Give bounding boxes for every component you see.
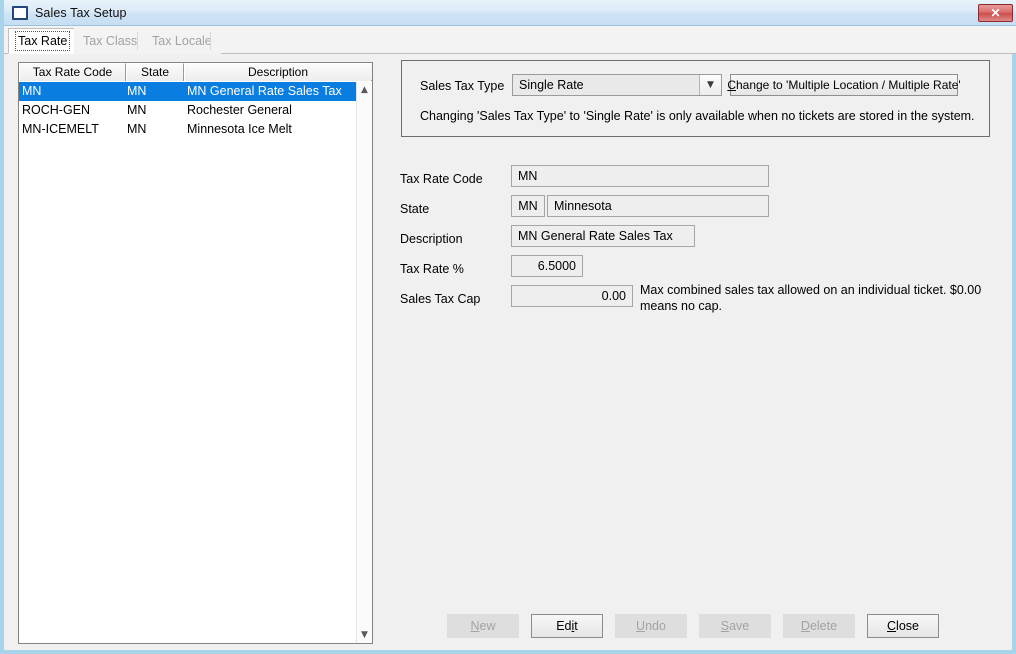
tax-rate-list[interactable]: Tax Rate Code State Description MN MN MN… [18, 62, 373, 644]
cell-description: Rochester General [187, 103, 292, 117]
list-vertical-scrollbar[interactable]: ▲ ▼ [356, 82, 372, 643]
change-tax-type-accel: C [727, 78, 736, 92]
sales-tax-type-value: Single Rate [519, 78, 584, 92]
edit-button-label-rest: t [574, 619, 578, 633]
sales-tax-type-panel: Sales Tax Type Single Rate ▼ Change to '… [401, 60, 990, 137]
tab-tax-rate[interactable]: Tax Rate [8, 28, 78, 54]
cell-state: MN [127, 122, 147, 136]
sales-tax-cap-input[interactable]: 0.00 [511, 285, 633, 307]
save-button-label-rest: ave [729, 619, 750, 633]
close-button[interactable]: Close [867, 614, 939, 638]
button-row: New Edit Undo Save Delete Close [4, 614, 1012, 644]
close-icon[interactable]: ✕ [978, 4, 1013, 22]
list-header: Tax Rate Code State Description [19, 63, 372, 81]
cell-description: MN General Rate Sales Tax [187, 84, 342, 98]
tab-tax-locale-label: Tax Locale [152, 34, 212, 48]
change-tax-type-button[interactable]: Change to 'Multiple Location / Multiple … [727, 74, 961, 96]
delete-button[interactable]: Delete [783, 614, 855, 638]
undo-button-label-rest: ndo [645, 619, 666, 633]
cell-tax-rate-code: MN [22, 84, 42, 98]
sales-tax-type-note: Changing 'Sales Tax Type' to 'Single Rat… [420, 109, 975, 123]
chevron-up-icon[interactable]: ▲ [357, 82, 372, 98]
new-button-accel: N [470, 619, 480, 633]
cell-state: MN [127, 103, 147, 117]
tax-rate-percent-input[interactable]: 6.5000 [511, 255, 583, 277]
tab-tax-class-label: Tax Class [83, 34, 138, 48]
table-row[interactable]: MN MN MN General Rate Sales Tax [19, 82, 357, 101]
delete-button-accel: D [800, 619, 810, 633]
edit-button-label-start: Ed [556, 619, 572, 633]
sales-tax-cap-label: Sales Tax Cap [400, 292, 481, 306]
column-header-state[interactable]: State [126, 63, 184, 81]
state-label: State [400, 202, 430, 216]
cell-tax-rate-code: ROCH-GEN [22, 103, 91, 117]
edit-button[interactable]: Edit [531, 614, 603, 638]
column-header-description[interactable]: Description [184, 63, 371, 81]
list-rows: MN MN MN General Rate Sales Tax ROCH-GEN… [19, 82, 357, 643]
tax-rate-code-input[interactable]: MN [511, 165, 769, 187]
window-icon [12, 5, 28, 20]
delete-button-label-rest: elete [809, 619, 838, 633]
window-frame: Sales Tax Setup ✕ Tax Rate Tax Class Tax… [0, 0, 1016, 654]
sales-tax-type-select[interactable]: Single Rate ▼ [512, 74, 722, 96]
title-bar: Sales Tax Setup ✕ [4, 0, 1016, 26]
content-area: Tax Rate Code State Description MN MN MN… [4, 54, 1012, 650]
save-button[interactable]: Save [699, 614, 771, 638]
cell-state: MN [127, 84, 147, 98]
new-button[interactable]: New [447, 614, 519, 638]
change-tax-type-label-rest: hange to 'Multiple Location / Multiple R… [735, 78, 961, 92]
window-title: Sales Tax Setup [35, 5, 127, 20]
sales-tax-cap-help-text: Max combined sales tax allowed on an ind… [640, 283, 982, 313]
save-button-accel: S [720, 619, 730, 633]
tab-strip: Tax Rate Tax Class Tax Locale [4, 26, 1016, 54]
tab-separator [137, 32, 138, 50]
cell-description: Minnesota Ice Melt [187, 122, 292, 136]
sales-tax-type-label: Sales Tax Type [420, 79, 505, 93]
state-code-input[interactable]: MN [511, 195, 545, 217]
sales-tax-setup-window: Sales Tax Setup ✕ Tax Rate Tax Class Tax… [0, 0, 1016, 654]
tax-rate-code-label: Tax Rate Code [400, 172, 483, 186]
new-button-label-rest: ew [479, 619, 496, 633]
chevron-down-icon[interactable]: ▼ [699, 75, 721, 95]
table-row[interactable]: MN-ICEMELT MN Minnesota Ice Melt [19, 120, 357, 139]
table-row[interactable]: ROCH-GEN MN Rochester General [19, 101, 357, 120]
undo-button[interactable]: Undo [615, 614, 687, 638]
state-name-input[interactable]: Minnesota [547, 195, 769, 217]
tab-tax-rate-label: Tax Rate [14, 31, 71, 51]
close-button-label-rest: lose [896, 619, 919, 633]
column-header-tax-rate-code[interactable]: Tax Rate Code [19, 63, 126, 81]
description-label: Description [400, 232, 463, 246]
tax-rate-percent-label: Tax Rate % [400, 262, 464, 276]
undo-button-accel: U [636, 619, 646, 633]
description-input[interactable]: MN General Rate Sales Tax [511, 225, 695, 247]
close-button-accel: C [887, 619, 897, 633]
tab-tax-class[interactable]: Tax Class [74, 28, 147, 54]
tab-separator [210, 32, 211, 50]
cell-tax-rate-code: MN-ICEMELT [22, 122, 99, 136]
